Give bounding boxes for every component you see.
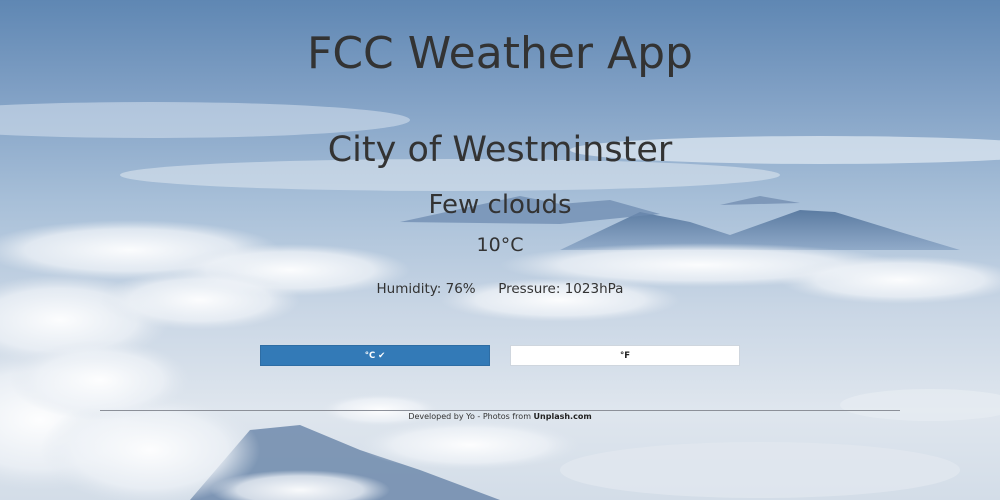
celsius-button[interactable]: °C ✔ [260,345,490,366]
weather-condition: Few clouds [428,190,572,220]
weather-stats: Humidity: 76% Pressure: 1023hPa [0,279,1000,299]
humidity-label: Humidity: [376,281,442,297]
unsplash-link[interactable]: Unplash.com [534,412,592,421]
fahrenheit-label: °F [619,351,631,361]
footer: Developed by Yo - Photos from Unplash.co… [0,411,1000,423]
humidity-value: 76% [445,281,476,297]
city-name: City of Westminster [327,130,673,170]
app-root: FCC Weather App City of Westminster Few … [0,0,1000,500]
celsius-label: °C [364,351,376,361]
pressure-value: 1023hPa [564,281,624,297]
fahrenheit-button[interactable]: °F [510,345,740,366]
footer-text: Developed by Yo - Photos from [408,412,531,421]
check-icon: ✔ [378,351,386,361]
app-title: FCC Weather App [307,28,693,79]
pressure-label: Pressure: [498,281,561,297]
temperature-readout: 10°C [476,234,524,256]
